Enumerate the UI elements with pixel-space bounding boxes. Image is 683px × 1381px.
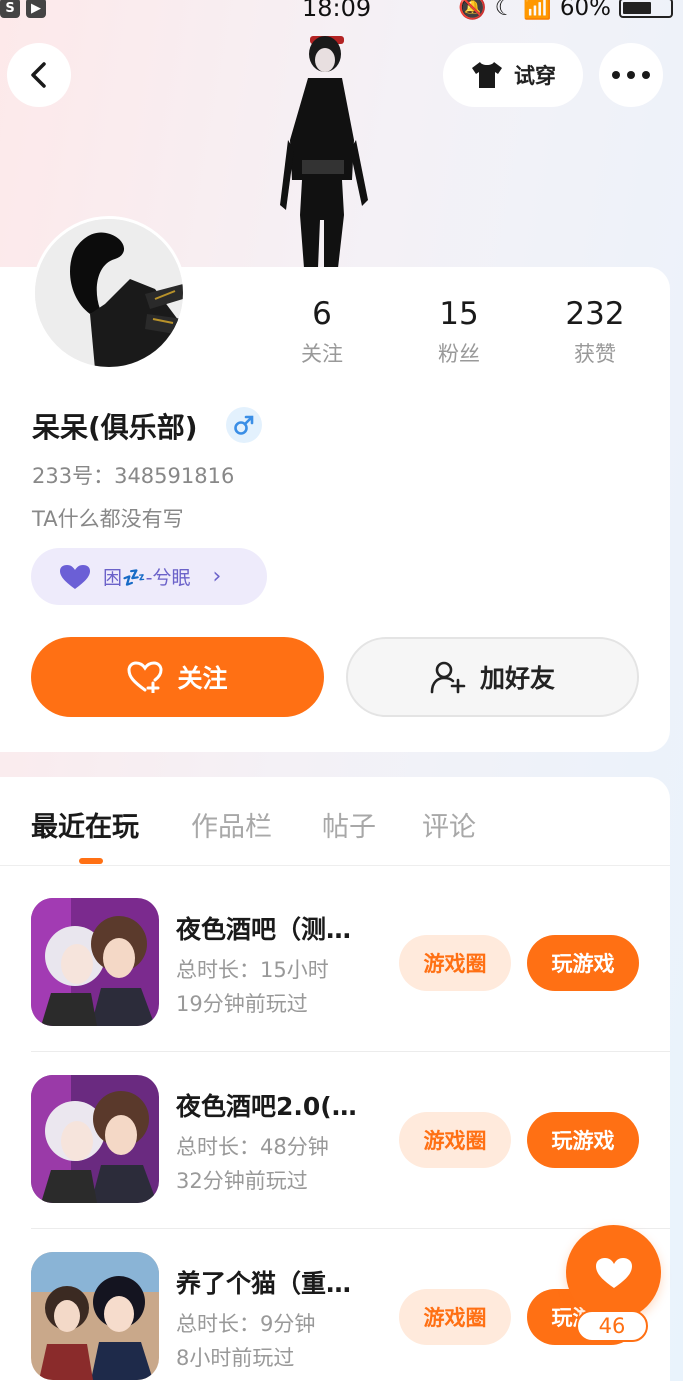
game-last-played: 32分钟前玩过	[176, 1169, 308, 1193]
following-label: 关注	[301, 342, 343, 366]
add-friend-button[interactable]: 加好友	[346, 637, 639, 717]
following-count: 6	[312, 296, 332, 332]
chevron-left-icon	[31, 62, 46, 88]
game-last-played: 8小时前玩过	[176, 1346, 295, 1370]
tab-recently-played[interactable]: 最近在玩	[31, 805, 139, 844]
likes-label: 获赞	[574, 342, 616, 366]
wifi-icon: 📶	[523, 0, 552, 21]
add-user-icon	[430, 661, 466, 694]
row-divider	[31, 1228, 670, 1229]
game-icon	[31, 1075, 159, 1203]
male-icon	[226, 407, 262, 443]
play-game-button[interactable]: 玩游戏	[527, 935, 639, 991]
notification-icons: S ▶	[0, 0, 46, 18]
battery-icon	[619, 0, 673, 18]
try-on-label: 试穿	[514, 64, 556, 88]
heart-icon	[60, 564, 90, 589]
game-circle-button[interactable]: 游戏圈	[399, 1112, 511, 1168]
nickname: 呆呆(俱乐部)	[32, 411, 198, 444]
like-count-badge: 46	[576, 1310, 648, 1342]
like-fab-button[interactable]	[566, 1225, 661, 1320]
chevron-right-icon: ›	[212, 564, 222, 589]
heart-plus-icon	[127, 661, 163, 693]
more-dots-icon	[612, 71, 650, 79]
follow-button[interactable]: 关注	[31, 637, 324, 717]
avatar-image	[35, 219, 183, 367]
character-figure	[280, 36, 368, 268]
game-title: 夜色酒吧2.0(…	[176, 1092, 357, 1121]
list-item[interactable]: 夜色酒吧（测… 总时长：15小时 19分钟前玩过 游戏圈 玩游戏	[0, 898, 670, 1075]
stat-likes[interactable]: 232 获赞	[535, 296, 655, 368]
row-divider	[31, 1051, 670, 1052]
game-circle-button[interactable]: 游戏圈	[399, 935, 511, 991]
status-bar: S ▶ 18:09 🔕 ☾ 📶 60%	[0, 0, 683, 24]
stat-followers[interactable]: 15 粉丝	[399, 296, 519, 368]
more-button[interactable]	[599, 43, 663, 107]
avatar[interactable]	[32, 216, 186, 370]
tab-posts[interactable]: 帖子	[322, 805, 376, 844]
back-button[interactable]	[7, 43, 71, 107]
game-icon	[31, 898, 159, 1026]
play-game-button[interactable]: 玩游戏	[527, 1112, 639, 1168]
tab-comments[interactable]: 评论	[422, 805, 476, 844]
app-notification-icon: S	[0, 0, 20, 18]
add-friend-label: 加好友	[479, 664, 555, 693]
tshirt-icon	[472, 62, 502, 88]
game-duration: 总时长：9分钟	[176, 1312, 316, 1336]
status-time: 18:09	[302, 0, 372, 22]
game-duration: 总时长：48分钟	[176, 1135, 329, 1159]
game-icon	[31, 1252, 159, 1380]
follow-label: 关注	[177, 664, 228, 693]
followers-count: 15	[439, 296, 479, 332]
tab-divider	[0, 865, 670, 866]
game-duration: 总时长：15小时	[176, 958, 329, 982]
bio: TA什么都没有写	[32, 507, 184, 531]
tab-works[interactable]: 作品栏	[191, 805, 272, 844]
game-circle-button[interactable]: 游戏圈	[399, 1289, 511, 1345]
battery-percent: 60%	[559, 0, 611, 21]
game-title: 养了个猫（重…	[176, 1269, 352, 1298]
mute-bell-icon: 🔕	[457, 0, 487, 21]
moon-icon: ☾	[494, 0, 516, 21]
status-text: 困💤-兮眠	[103, 567, 191, 589]
status-pill[interactable]: 困💤-兮眠 ›	[31, 548, 267, 605]
user-id: 233号：348591816	[32, 464, 235, 488]
list-item[interactable]: 夜色酒吧2.0(… 总时长：48分钟 32分钟前玩过 游戏圈 玩游戏	[0, 1075, 670, 1252]
heart-icon	[595, 1257, 632, 1288]
game-last-played: 19分钟前玩过	[176, 992, 308, 1016]
try-on-button[interactable]: 试穿	[443, 43, 583, 107]
status-right: 🔕 ☾ 📶 60%	[458, 0, 673, 21]
likes-count: 232	[565, 296, 625, 332]
followers-label: 粉丝	[438, 342, 480, 366]
tab-indicator	[79, 858, 103, 864]
video-notification-icon: ▶	[26, 0, 46, 18]
stat-following[interactable]: 6 关注	[262, 296, 382, 368]
game-title: 夜色酒吧（测…	[176, 915, 352, 944]
